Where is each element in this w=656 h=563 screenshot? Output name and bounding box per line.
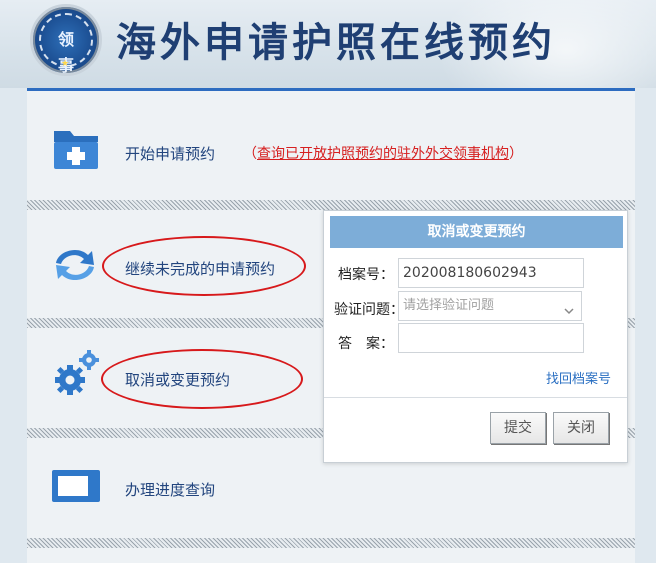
answer-label: 答 案： <box>338 336 394 352</box>
monitor-icon[interactable] <box>52 470 100 502</box>
retrieve-file-no-link[interactable]: 找回档案号 <box>546 368 611 387</box>
link-open-paren: （ <box>243 146 257 162</box>
logo-mark: 领事 <box>57 30 74 75</box>
question-label: 验证问题： <box>334 302 404 318</box>
dialog-title: 取消或变更预约 <box>330 216 623 248</box>
dialog-divider <box>324 397 627 398</box>
question-select[interactable]: 请选择验证问题 <box>398 291 582 321</box>
question-placeholder: 请选择验证问题 <box>403 298 495 313</box>
file-no-input[interactable]: 202008180602943 <box>398 258 584 288</box>
file-no-label: 档案号： <box>338 267 394 283</box>
cancel-change-dialog: 取消或变更预约 档案号： 202008180602943 验证问题： 请选择验证… <box>323 210 628 463</box>
answer-input[interactable] <box>398 323 584 353</box>
star-icon: ★ <box>61 59 70 69</box>
open-consulates-link[interactable]: （查询已开放护照预约的驻外外交领事机构） <box>243 143 523 163</box>
header-banner: 领事 ★ 海外申请护照在线预约 <box>0 0 656 88</box>
page-title: 海外申请护照在线预约 <box>116 19 556 66</box>
highlight-oval-continue <box>102 236 306 296</box>
open-consulates-link-text: 查询已开放护照预约的驻外外交领事机构 <box>257 146 509 162</box>
chevron-down-icon <box>563 300 575 315</box>
folder-add-icon[interactable] <box>52 123 100 171</box>
submit-button[interactable]: 提交 <box>490 412 546 444</box>
menu-divider <box>27 538 635 548</box>
highlight-oval-cancel <box>101 349 303 409</box>
link-close-paren: ） <box>509 146 523 162</box>
consular-logo: 领事 ★ <box>30 4 102 76</box>
refresh-icon[interactable] <box>52 245 98 285</box>
start-application-link[interactable]: 开始申请预约 <box>125 143 215 164</box>
gear-icon[interactable] <box>52 348 102 398</box>
menu-divider <box>27 200 635 210</box>
progress-query-link[interactable]: 办理进度查询 <box>125 479 215 500</box>
close-button[interactable]: 关闭 <box>553 412 609 444</box>
